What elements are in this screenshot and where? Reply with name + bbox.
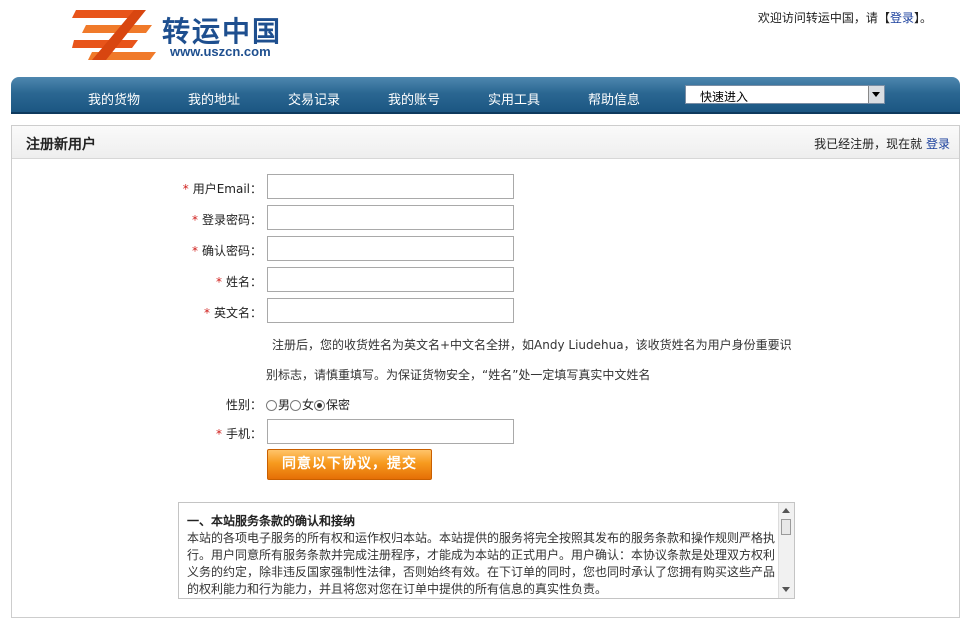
terms-body: 本站的各项电子服务的所有权和运作权归本站。本站提供的服务将完全按照其发布的服务条… xyxy=(187,531,776,596)
email-field[interactable] xyxy=(267,174,514,199)
terms-heading: 一、本站服务条款的确认和接纳 xyxy=(187,514,356,528)
panel-header: 注册新用户 我已经注册，现在就 登录 xyxy=(12,126,959,159)
gender-radio-female[interactable] xyxy=(290,400,302,411)
gender-radio-secret[interactable] xyxy=(314,400,326,411)
phone-label: * 手机： xyxy=(72,425,262,442)
scroll-up-icon[interactable] xyxy=(782,508,790,513)
chevron-down-icon xyxy=(872,92,880,97)
confirm-password-field[interactable] xyxy=(267,236,514,261)
nav-my-address[interactable]: 我的地址 xyxy=(188,89,240,108)
terms-box[interactable]: 一、本站服务条款的确认和接纳 本站的各项电子服务的所有权和运作权归本站。本站提供… xyxy=(178,502,795,599)
required-mark: * xyxy=(215,275,222,289)
panel-login-link[interactable]: 登录 xyxy=(926,137,950,151)
english-name-label: * 英文名： xyxy=(72,304,262,321)
email-label: * 用户Email： xyxy=(72,180,262,197)
agree-submit-button[interactable]: 同意以下协议，提交 xyxy=(267,449,432,480)
required-mark: * xyxy=(215,427,222,441)
gender-group: 男女保密 xyxy=(266,396,350,413)
name-note-line1: 注册后，您的收货姓名为英文名+中文名全拼，如Andy Liudehua，该收货姓… xyxy=(272,338,792,352)
gender-label: 性别： xyxy=(225,398,262,412)
phone-field[interactable] xyxy=(267,419,514,444)
nav-transactions[interactable]: 交易记录 xyxy=(288,89,340,108)
nav-my-goods[interactable]: 我的货物 xyxy=(88,89,140,108)
logo-url: www.uszcn.com xyxy=(170,44,271,59)
confirm-label-text: 确认密码： xyxy=(201,244,262,258)
nav-tools[interactable]: 实用工具 xyxy=(488,89,540,108)
scroll-down-icon[interactable] xyxy=(782,587,790,592)
required-mark: * xyxy=(182,182,189,196)
scroll-thumb[interactable] xyxy=(781,519,791,535)
quick-access-value: 快速进入 xyxy=(700,90,749,104)
already-registered: 我已经注册，现在就 登录 xyxy=(814,135,950,152)
name-note-line2: 别标志，请慎重填写。为保证货物安全，“姓名”处一定填写真实中文姓名 xyxy=(266,368,651,382)
nav-help[interactable]: 帮助信息 xyxy=(588,89,640,108)
email-label-text: 用户Email： xyxy=(192,182,262,196)
welcome-suffix: 。 xyxy=(919,11,932,25)
nav-my-account[interactable]: 我的账号 xyxy=(388,89,440,108)
english-name-label-text: 英文名： xyxy=(213,306,262,320)
phone-label-text: 手机： xyxy=(225,427,262,441)
name-label-text: 姓名： xyxy=(225,275,262,289)
english-name-field[interactable] xyxy=(267,298,514,323)
password-label: * 登录密码： xyxy=(72,211,262,228)
confirm-password-label: * 确认密码： xyxy=(72,242,262,259)
gender-secret-label: 保密 xyxy=(326,398,351,412)
dropdown-button[interactable] xyxy=(868,86,884,103)
gender-female-label: 女 xyxy=(302,398,315,412)
welcome-text: 欢迎访问转运中国，请【登录】。 xyxy=(758,9,932,26)
site-logo[interactable]: 转运中国 www.uszcn.com xyxy=(72,6,302,62)
terms-content: 一、本站服务条款的确认和接纳 本站的各项电子服务的所有权和运作权归本站。本站提供… xyxy=(187,513,775,598)
password-field[interactable] xyxy=(267,205,514,230)
gender-radio-male[interactable] xyxy=(266,400,277,411)
header-login-link[interactable]: 登录 xyxy=(890,11,914,25)
welcome-prefix: 欢迎访问转运中国，请 xyxy=(757,11,878,25)
main-nav: 我的货物 我的地址 交易记录 我的账号 实用工具 帮助信息 快速进入 xyxy=(11,77,960,114)
required-mark: * xyxy=(191,213,198,227)
name-label: * 姓名： xyxy=(72,273,262,290)
required-mark: * xyxy=(191,244,198,258)
bracket-open: 【 xyxy=(877,11,890,25)
name-field[interactable] xyxy=(267,267,514,292)
already-registered-text: 我已经注册，现在就 xyxy=(814,137,923,151)
required-mark: * xyxy=(203,306,210,320)
gender-male-label: 男 xyxy=(278,398,291,412)
terms-scrollbar[interactable] xyxy=(778,503,794,598)
quick-access-select[interactable]: 快速进入 xyxy=(685,85,885,104)
logo-mark-icon xyxy=(72,10,156,60)
panel-title: 注册新用户 xyxy=(26,137,96,153)
password-label-text: 登录密码： xyxy=(201,213,262,227)
register-panel: 注册新用户 我已经注册，现在就 登录 * 用户Email： * 登录密码： * 确认密… xyxy=(11,125,960,618)
